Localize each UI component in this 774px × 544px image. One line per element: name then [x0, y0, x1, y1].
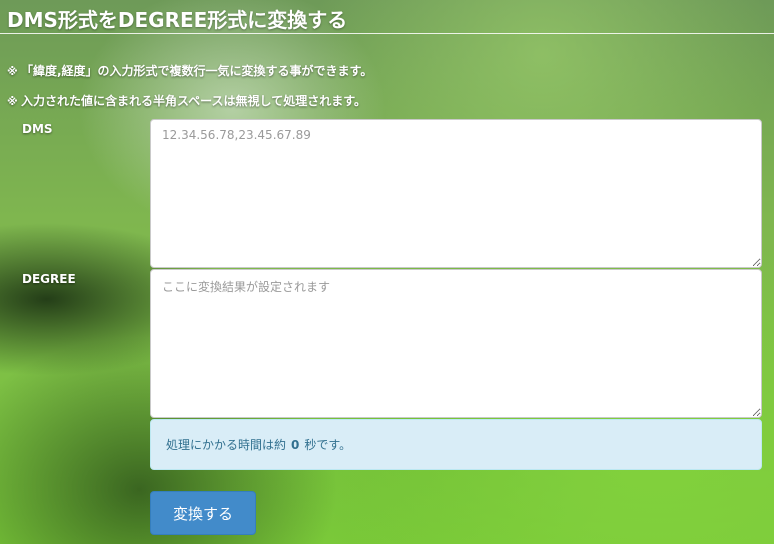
page-title: DMS形式をDEGREE形式に変換する — [7, 8, 348, 32]
note-text: 「緯度,経度」の入力形式で複数行一気に変換する事ができます。 — [21, 64, 373, 78]
note-multiline: ※ 「緯度,経度」の入力形式で複数行一気に変換する事ができます。 — [7, 62, 372, 79]
degree-output[interactable] — [150, 269, 762, 418]
processing-time-suffix: 秒です。 — [304, 438, 352, 452]
note-text: 入力された値に含まれる半角スペースは無視して処理されます。 — [21, 94, 367, 108]
convert-button[interactable]: 変換する — [150, 491, 256, 535]
header: DMS形式をDEGREE形式に変換する — [0, 0, 774, 34]
note-asterisk-icon: ※ — [7, 65, 18, 78]
dms-input[interactable] — [150, 119, 762, 268]
processing-time-prefix: 処理にかかる時間は約 — [166, 438, 287, 452]
processing-time-seconds: 0 — [291, 437, 300, 452]
dms-label: DMS — [22, 122, 53, 136]
processing-time-info: 処理にかかる時間は約 0 秒です。 — [150, 419, 762, 470]
degree-label: DEGREE — [22, 272, 76, 286]
note-spaces: ※ 入力された値に含まれる半角スペースは無視して処理されます。 — [7, 92, 366, 109]
note-asterisk-icon: ※ — [7, 95, 18, 108]
